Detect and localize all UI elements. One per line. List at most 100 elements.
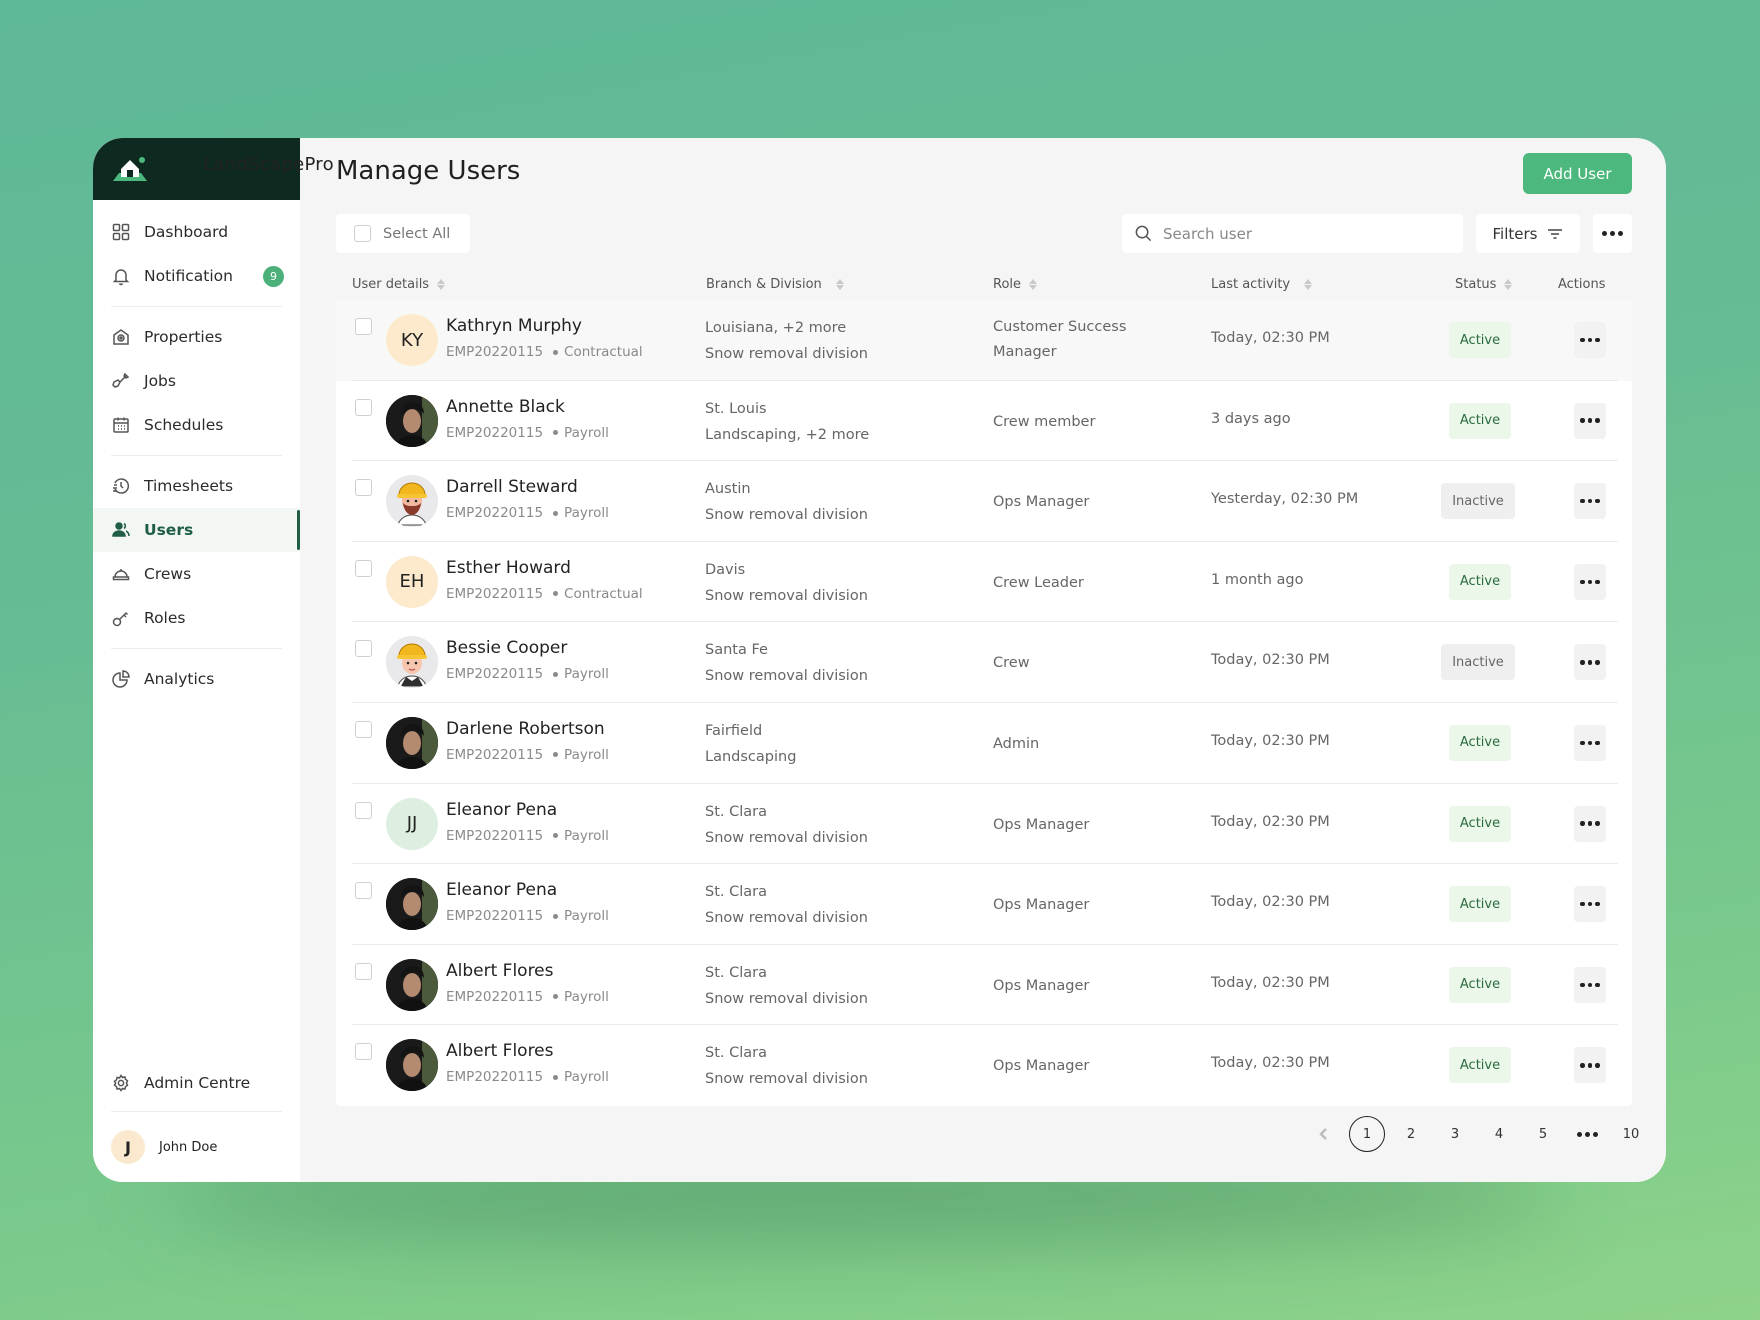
row-actions-button[interactable] (1574, 724, 1606, 761)
sidebar-item-label: Roles (144, 609, 186, 627)
table-row[interactable]: KY Kathryn Murphy EMP20220115 Contractual Lo… (336, 300, 1632, 381)
table-row[interactable]: Albert Flores EMP20220115 Payroll St. Clara… (336, 1025, 1632, 1106)
gear-icon (111, 1073, 131, 1093)
user-name[interactable]: Darrell Steward (446, 477, 578, 497)
page-3[interactable]: 3 (1437, 1116, 1473, 1152)
employment-type: Payroll (564, 908, 609, 925)
row-checkbox[interactable] (355, 479, 372, 497)
column-user-details[interactable]: User details (352, 277, 446, 292)
row-checkbox[interactable] (355, 882, 372, 900)
page-4[interactable]: 4 (1481, 1116, 1517, 1152)
sidebar-item-users[interactable]: Users (93, 508, 300, 552)
last-activity: Today, 02:30 PM (1211, 1055, 1330, 1072)
prev-page-button[interactable] (1306, 1116, 1342, 1152)
page-2[interactable]: 2 (1393, 1116, 1429, 1152)
row-checkbox[interactable] (355, 801, 372, 819)
last-activity: 3 days ago (1211, 410, 1291, 427)
sidebar-item-notification[interactable]: Notification 9 (107, 254, 286, 298)
table-row[interactable]: Eleanor Pena EMP20220115 Payroll St. Clara S… (336, 864, 1632, 945)
table-row[interactable]: Darlene Robertson EMP20220115 Payroll Fairf… (336, 703, 1632, 784)
page-5[interactable]: 5 (1525, 1116, 1561, 1152)
table-row[interactable]: Albert Flores EMP20220115 Payroll St. Clara… (336, 945, 1632, 1026)
avatar (386, 716, 438, 769)
sidebar-item-jobs[interactable]: Jobs (107, 359, 286, 403)
row-actions-button[interactable] (1574, 563, 1606, 600)
search-input[interactable] (1163, 224, 1443, 243)
branch: St. Clara (705, 803, 767, 820)
role: Crew (993, 651, 1030, 676)
row-checkbox[interactable] (355, 720, 372, 738)
sort-icon (1304, 279, 1313, 290)
page-10[interactable]: 10 (1613, 1116, 1649, 1152)
employee-id: EMP20220115 (446, 344, 544, 360)
user-name[interactable]: Bessie Cooper (446, 638, 567, 658)
current-user-name: John Doe (159, 1139, 218, 1155)
role: Ops Manager (993, 490, 1089, 515)
employee-id: EMP20220115 (446, 827, 544, 844)
page-1[interactable]: 1 (1349, 1116, 1385, 1152)
row-actions-button[interactable] (1574, 966, 1606, 1003)
search-box[interactable] (1122, 214, 1463, 253)
status-badge: Inactive (1441, 644, 1515, 681)
user-name[interactable]: Albert Flores (446, 1041, 554, 1061)
sidebar-item-roles[interactable]: Roles (107, 596, 286, 640)
row-checkbox[interactable] (355, 962, 372, 980)
role-line: Ops Manager (993, 1058, 1090, 1075)
table-row[interactable]: EH Esther Howard EMP20220115 Contractual Dav… (336, 542, 1632, 623)
column-branch-division[interactable]: Branch & Division (706, 277, 844, 292)
status-badge: Active (1449, 966, 1511, 1003)
add-user-button[interactable]: Add User (1523, 153, 1632, 194)
sidebar-item-analytics[interactable]: Analytics (107, 657, 286, 701)
user-name[interactable]: Eleanor Pena (446, 800, 557, 820)
ellipsis-icon (1580, 901, 1600, 907)
checkbox[interactable] (354, 225, 371, 242)
row-actions-button[interactable] (1574, 322, 1606, 358)
user-name[interactable]: Esther Howard (446, 558, 571, 578)
calendar-icon (111, 415, 131, 435)
sidebar-item-timesheets[interactable]: Timesheets (107, 464, 286, 508)
sidebar-item-dashboard[interactable]: Dashboard (107, 210, 286, 254)
row-actions-button[interactable] (1574, 483, 1606, 520)
separator-dot (553, 1074, 559, 1080)
column-role[interactable]: Role (993, 277, 1038, 292)
sidebar-item-label: Jobs (144, 372, 176, 390)
sidebar-item-label: Timesheets (144, 477, 234, 495)
table-row[interactable]: JJ Eleanor Pena EMP20220115 Payroll St. Clar… (336, 784, 1632, 865)
sidebar-item-admin-centre[interactable]: Admin Centre (107, 1061, 286, 1105)
row-checkbox[interactable] (355, 1043, 372, 1061)
user-name[interactable]: Albert Flores (446, 961, 554, 981)
row-actions-button[interactable] (1574, 644, 1606, 681)
division: Landscaping, +2 more (705, 426, 870, 443)
row-actions-button[interactable] (1574, 1047, 1606, 1084)
row-checkbox[interactable] (355, 398, 372, 416)
role: Crew member (993, 410, 1095, 435)
row-actions-button[interactable] (1574, 886, 1606, 923)
last-activity: Yesterday, 02:30 PM (1211, 491, 1359, 508)
avatar (386, 475, 438, 528)
table-row[interactable]: Annette Black EMP20220115 Payroll St. Louis… (336, 381, 1632, 462)
row-actions-button[interactable] (1574, 402, 1606, 439)
page-ellipsis[interactable] (1569, 1116, 1605, 1152)
role-line: Customer Success (993, 319, 1127, 335)
user-meta: EMP20220115 Payroll (446, 828, 609, 844)
next-page-button[interactable] (1657, 1116, 1666, 1152)
row-actions-button[interactable] (1574, 805, 1606, 842)
column-status[interactable]: Status (1455, 277, 1513, 292)
table-row[interactable]: Darrell Steward EMP20220115 Payroll Austin S… (336, 461, 1632, 542)
row-checkbox[interactable] (355, 318, 372, 335)
user-name[interactable]: Eleanor Pena (446, 880, 557, 900)
user-name[interactable]: Annette Black (446, 397, 565, 417)
table-row[interactable]: Bessie Cooper EMP20220115 Payroll Santa Fe S… (336, 622, 1632, 703)
column-last-activity[interactable]: Last activity (1211, 277, 1313, 292)
more-options-button[interactable] (1593, 214, 1632, 253)
sidebar-item-schedules[interactable]: Schedules (107, 403, 286, 447)
row-checkbox[interactable] (355, 640, 372, 658)
row-checkbox[interactable] (355, 559, 372, 577)
user-name[interactable]: Darlene Robertson (446, 719, 605, 739)
sidebar-item-properties[interactable]: Properties (107, 315, 286, 359)
select-all-checkbox[interactable]: Select All (336, 214, 470, 253)
current-user[interactable]: J John Doe (107, 1112, 286, 1182)
filters-button[interactable]: Filters (1476, 214, 1580, 253)
sidebar-item-crews[interactable]: Crews (107, 552, 286, 596)
user-name[interactable]: Kathryn Murphy (446, 316, 582, 336)
